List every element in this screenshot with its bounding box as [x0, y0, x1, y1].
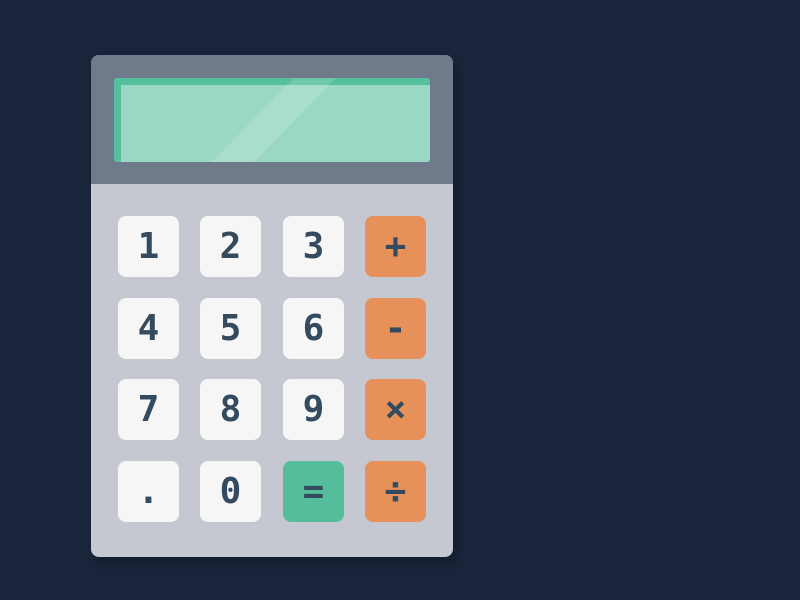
key-2-button[interactable]: 2	[200, 216, 261, 277]
key-8-button[interactable]: 8	[200, 379, 261, 440]
key-1-button[interactable]: 1	[118, 216, 179, 277]
key-divide-button[interactable]: ÷	[365, 461, 426, 522]
key-0-button[interactable]: 0	[200, 461, 261, 522]
key-9-button[interactable]: 9	[283, 379, 344, 440]
key-decimal-button[interactable]: .	[118, 461, 179, 522]
calculator-header	[91, 55, 453, 184]
key-3-button[interactable]: 3	[283, 216, 344, 277]
key-5-button[interactable]: 5	[200, 298, 261, 359]
key-4-button[interactable]: 4	[118, 298, 179, 359]
display	[114, 78, 430, 162]
key-equals-button[interactable]: =	[283, 461, 344, 522]
calculator: 1 2 3 +4 5 6- 7 8 9 ×. 0 = ÷	[91, 55, 453, 557]
screen-glare	[212, 78, 336, 162]
key-6-button[interactable]: 6	[283, 298, 344, 359]
key-7-button[interactable]: 7	[118, 379, 179, 440]
key-multiply-button[interactable]: ×	[365, 379, 426, 440]
key-minus-button[interactable]: -	[365, 298, 426, 359]
key-plus-button[interactable]: +	[365, 216, 426, 277]
